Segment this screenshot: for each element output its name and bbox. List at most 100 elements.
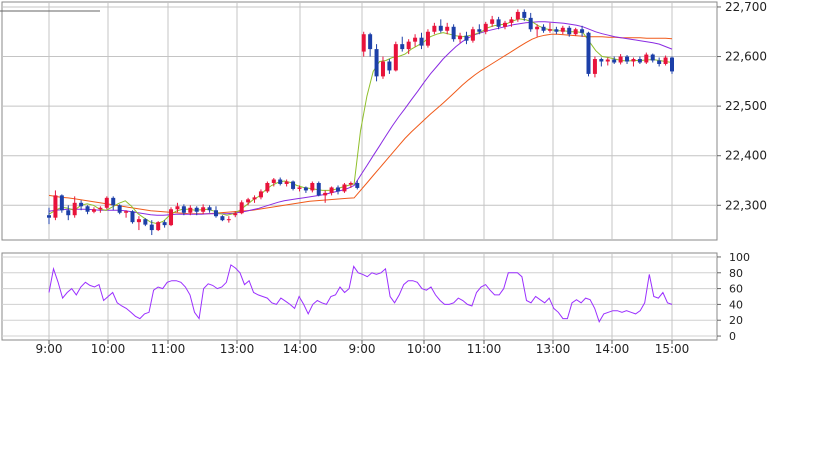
- candle-down: [599, 59, 604, 62]
- candle-down: [580, 29, 585, 33]
- candle-down: [528, 17, 533, 30]
- candle-up: [618, 56, 623, 63]
- oscillator-tick-label: 80: [729, 267, 743, 280]
- candle-up: [239, 202, 244, 214]
- chart-background: [0, 0, 819, 460]
- candle-up: [91, 209, 96, 212]
- time-tick-label: 15:00: [655, 342, 690, 356]
- candle-down: [59, 195, 64, 211]
- oscillator-tick-label: 20: [729, 314, 743, 327]
- candle-down: [522, 11, 527, 18]
- candle-down: [117, 205, 122, 213]
- time-tick-label: 14:00: [283, 342, 318, 356]
- candle-up: [547, 29, 552, 31]
- price-tick-label: 22,300: [725, 198, 767, 212]
- time-tick-label: 9:00: [36, 342, 63, 356]
- candle-down: [670, 57, 674, 72]
- candle-down: [111, 197, 116, 206]
- candle-down: [130, 211, 135, 223]
- oscillator-tick-label: 100: [729, 251, 750, 264]
- candle-up: [124, 211, 129, 213]
- candle-up: [53, 195, 58, 218]
- candle-up: [393, 44, 398, 71]
- candle-down: [194, 207, 199, 212]
- candle-up: [509, 19, 514, 23]
- candle-down: [451, 26, 456, 40]
- candle-down: [66, 210, 71, 216]
- candle-up: [605, 59, 610, 62]
- candle-up: [226, 219, 231, 221]
- candle-down: [79, 202, 84, 207]
- candle-up: [297, 187, 302, 189]
- time-tick-label: 13:00: [536, 342, 571, 356]
- oscillator-tick-label: 40: [729, 298, 743, 311]
- candle-down: [438, 25, 443, 31]
- candle-down: [213, 210, 218, 217]
- price-tick-label: 22,600: [725, 50, 767, 64]
- time-tick-label: 9:00: [349, 342, 376, 356]
- candle-up: [663, 57, 668, 64]
- oscillator-tick-label: 0: [729, 330, 736, 343]
- candle-down: [181, 206, 186, 213]
- chart-canvas: 22,300 22,400 22,500 22,600 22,700 0 20 40 60 80…: [0, 0, 819, 460]
- candle-down: [477, 29, 482, 32]
- candle-up: [342, 184, 347, 192]
- stock-chart: 22,300 22,400 22,500 22,600 22,700 0 20 40 60 80…: [0, 0, 819, 460]
- price-tick-label: 22,500: [725, 99, 767, 113]
- candle-up: [644, 54, 649, 63]
- candle-up: [361, 34, 366, 52]
- candle-up: [631, 59, 636, 62]
- candle-up: [246, 199, 251, 203]
- candle-up: [284, 181, 289, 184]
- candle-down: [336, 187, 341, 192]
- candle-up: [329, 187, 334, 193]
- candle-down: [374, 49, 379, 77]
- candle-up: [233, 213, 238, 216]
- candle-up: [98, 207, 103, 210]
- candle-up: [503, 22, 508, 27]
- candle-up: [413, 37, 418, 42]
- candle-down: [650, 54, 655, 61]
- candle-down: [278, 179, 283, 184]
- candle-up: [136, 219, 141, 223]
- candle-down: [554, 29, 559, 32]
- candle-down: [496, 19, 501, 27]
- candle-up: [156, 222, 161, 231]
- candle-down: [316, 182, 321, 196]
- candle-down: [387, 61, 392, 71]
- candle-up: [201, 207, 206, 212]
- candle-up: [380, 61, 385, 77]
- candle-up: [560, 27, 565, 32]
- candle-up: [515, 11, 520, 20]
- candle-down: [355, 182, 360, 188]
- candle-up: [592, 59, 597, 74]
- candle-down: [207, 207, 212, 211]
- candle-up: [470, 29, 475, 41]
- candle-down: [657, 60, 662, 64]
- candle-up: [169, 209, 174, 226]
- candle-up: [348, 182, 353, 185]
- candle-up: [104, 197, 109, 208]
- candle-up: [425, 31, 430, 46]
- candle-up: [483, 23, 488, 32]
- price-tick-label: 22,400: [725, 149, 767, 163]
- candle-up: [175, 206, 180, 210]
- candle-down: [586, 32, 591, 74]
- candle-down: [567, 27, 572, 35]
- candle-down: [162, 222, 167, 226]
- candle-up: [188, 207, 193, 213]
- candle-up: [72, 202, 77, 216]
- candle-up: [490, 19, 495, 24]
- price-tick-label: 22,700: [725, 0, 767, 14]
- candle-down: [612, 59, 617, 63]
- time-tick-label: 11:00: [467, 342, 502, 356]
- time-tick-label: 14:00: [595, 342, 630, 356]
- candle-down: [143, 219, 148, 225]
- candle-up: [258, 191, 263, 198]
- time-tick-label: 10:00: [91, 342, 126, 356]
- candle-down: [220, 216, 225, 221]
- candle-up: [310, 182, 315, 191]
- candle-up: [573, 29, 578, 35]
- candle-up: [406, 41, 411, 50]
- candle-up: [271, 179, 276, 183]
